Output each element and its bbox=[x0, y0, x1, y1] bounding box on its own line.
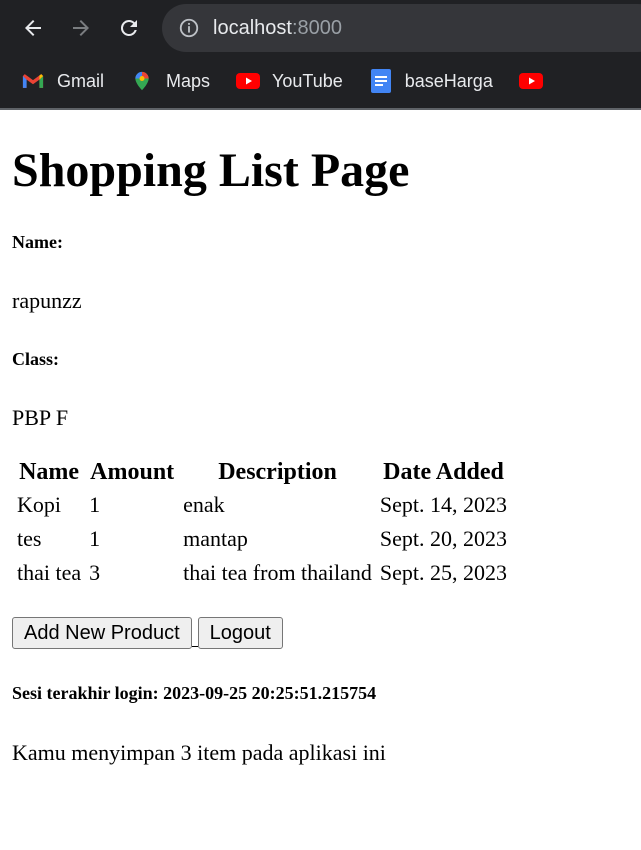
item-summary-text: Kamu menyimpan 3 item pada aplikasi ini bbox=[12, 740, 386, 765]
gmail-icon bbox=[21, 69, 45, 93]
bookmark-label: YouTube bbox=[272, 70, 343, 91]
name-label: Name: bbox=[12, 232, 63, 252]
cell-description: enak bbox=[183, 492, 225, 517]
cell-amount: 1 bbox=[89, 492, 101, 517]
column-header-description: Description bbox=[218, 459, 337, 485]
last-login-text: Sesi terakhir login: 2023-09-25 20:25:51… bbox=[12, 683, 377, 703]
url-port: :8000 bbox=[291, 16, 342, 39]
bookmark-youtube-2[interactable] bbox=[518, 69, 555, 93]
browser-chrome: localhost:8000 Gmail Maps YouTube baseHa… bbox=[0, 0, 641, 108]
bookmark-maps[interactable]: Maps bbox=[130, 69, 210, 93]
column-header-amount: Amount bbox=[90, 459, 175, 485]
url-host: localhost bbox=[213, 16, 292, 39]
logout-button[interactable]: Logout bbox=[197, 617, 283, 649]
link-underline bbox=[191, 620, 198, 647]
column-header-name: Name bbox=[19, 459, 80, 485]
bookmark-baseharga[interactable]: baseHarga bbox=[369, 69, 493, 93]
arrow-left-icon bbox=[25, 20, 41, 36]
cell-date: Sept. 20, 2023 bbox=[379, 526, 508, 551]
cell-name: Kopi bbox=[17, 492, 61, 517]
cell-amount: 3 bbox=[89, 560, 101, 585]
bookmarks-bar: Gmail Maps YouTube baseHarga bbox=[0, 56, 641, 106]
table-row: Kopi 1 enak Sept. 14, 2023 bbox=[14, 489, 510, 521]
bookmark-label: Maps bbox=[166, 70, 211, 91]
chrome-divider bbox=[0, 108, 641, 110]
cell-date: Sept. 14, 2023 bbox=[379, 492, 508, 517]
cell-name: thai tea bbox=[17, 560, 82, 585]
info-icon[interactable] bbox=[178, 17, 200, 39]
column-header-date: Date Added bbox=[383, 459, 504, 485]
cell-description: thai tea from thailand bbox=[183, 560, 372, 585]
table-row: tes 1 mantap Sept. 20, 2023 bbox=[14, 523, 510, 555]
youtube-icon bbox=[236, 69, 261, 93]
product-table: Name Amount Description Date Added Kopi … bbox=[12, 456, 512, 591]
page-title: Shopping List Page bbox=[12, 144, 410, 197]
back-button[interactable] bbox=[9, 4, 57, 52]
class-value: PBP F bbox=[12, 405, 69, 430]
reload-button[interactable] bbox=[105, 4, 153, 52]
forward-button[interactable] bbox=[57, 4, 105, 52]
arrow-right-icon bbox=[73, 20, 89, 36]
cell-date: Sept. 25, 2023 bbox=[379, 560, 508, 585]
bookmark-label: baseHarga bbox=[404, 70, 493, 91]
cell-amount: 1 bbox=[89, 526, 101, 551]
action-buttons: Add New Product Logout bbox=[12, 617, 283, 649]
browser-nav-row: localhost:8000 bbox=[0, 0, 641, 56]
address-bar[interactable]: localhost:8000 bbox=[162, 4, 641, 52]
bookmark-youtube[interactable]: YouTube bbox=[236, 69, 343, 93]
table-header-row: Name Amount Description Date Added bbox=[14, 458, 510, 487]
name-value: rapunzz bbox=[12, 288, 82, 313]
url-text: localhost:8000 bbox=[213, 17, 342, 40]
bookmark-label: Gmail bbox=[57, 70, 105, 91]
youtube-icon bbox=[518, 69, 543, 93]
table-row: thai tea 3 thai tea from thailand Sept. … bbox=[14, 557, 510, 589]
reload-icon bbox=[120, 19, 137, 36]
class-label: Class: bbox=[12, 349, 60, 369]
cell-description: mantap bbox=[183, 526, 248, 551]
maps-icon bbox=[130, 69, 154, 93]
add-product-button[interactable]: Add New Product bbox=[12, 617, 192, 649]
bookmark-gmail[interactable]: Gmail bbox=[21, 69, 104, 93]
docs-icon bbox=[369, 69, 393, 93]
cell-name: tes bbox=[17, 526, 42, 551]
